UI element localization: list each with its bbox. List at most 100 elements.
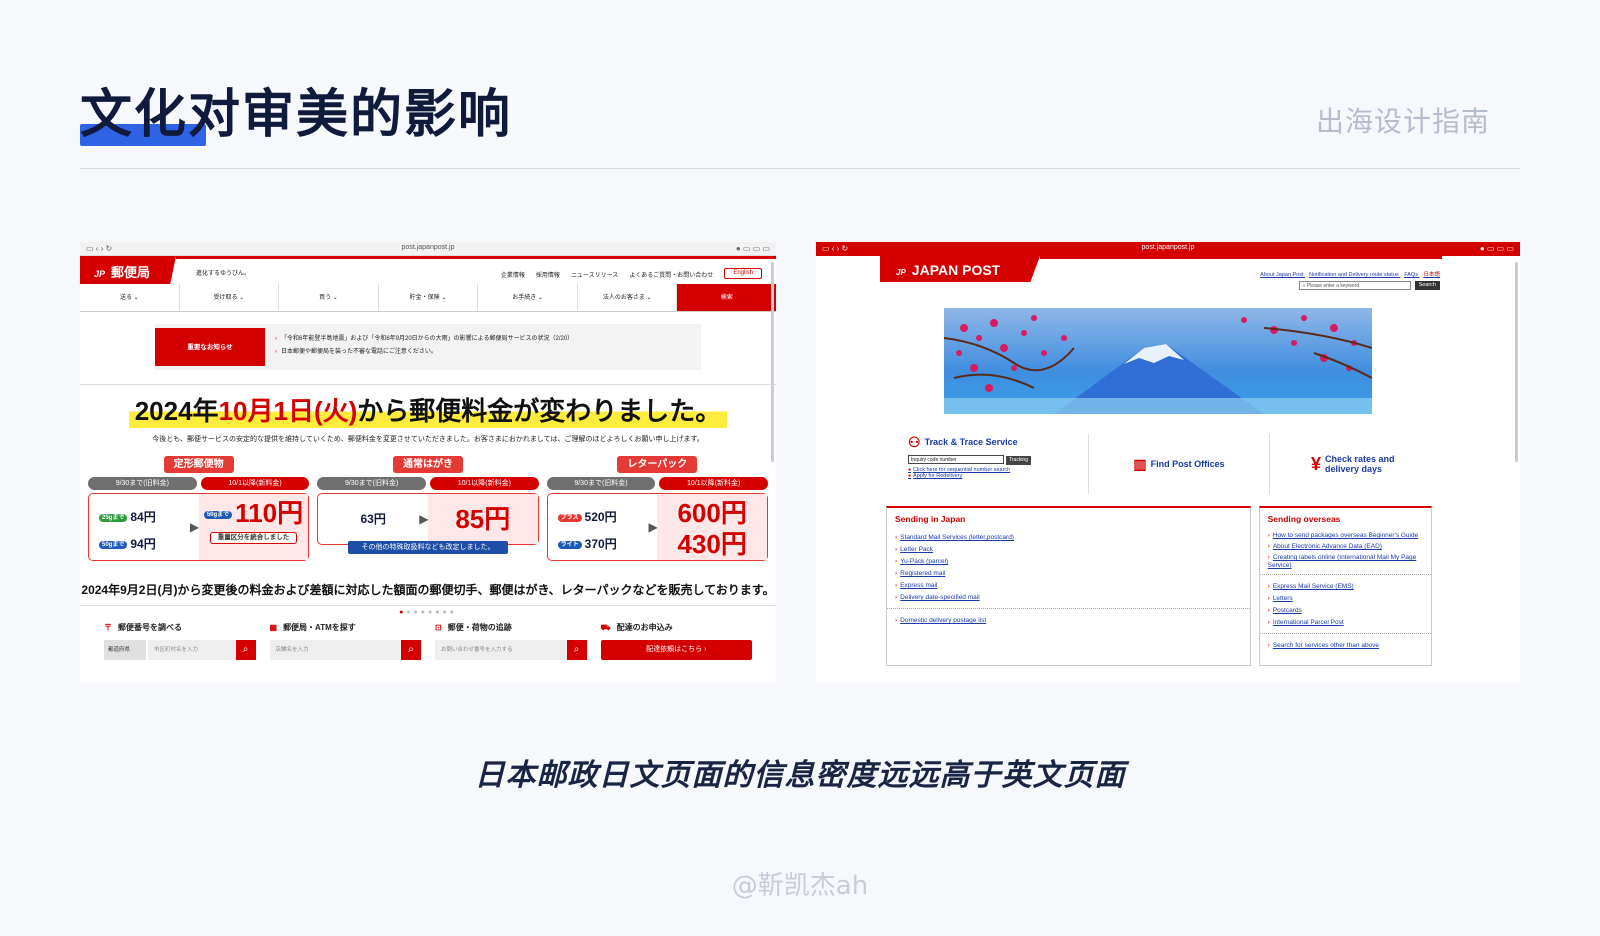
- old-price: 94円: [130, 536, 156, 551]
- sending-in-japan-box: Sending in Japan Standard Mail Services …: [886, 506, 1251, 666]
- nav-item[interactable]: 貯金・保険 ⌄: [379, 284, 479, 311]
- search-icon[interactable]: ⌕: [566, 640, 587, 660]
- jp-nav: 送る ⌄ 受け取る ⌄ 買う ⌄ 貯金・保険 ⌄ お手続き ⌄ 法人のお客さま …: [80, 284, 776, 312]
- english-button[interactable]: English: [724, 268, 762, 279]
- tracking-button[interactable]: Tracking: [1006, 456, 1031, 465]
- jp-logo[interactable]: JP 郵便局: [80, 256, 176, 284]
- search-icon[interactable]: ⌕: [401, 640, 421, 660]
- delivery-request-button[interactable]: 配達依頼はこちら ›: [600, 640, 752, 660]
- link-item[interactable]: Standard Mail Services (letter,postcard): [895, 532, 1250, 544]
- rate-change-banner[interactable]: 2024年10月1日(火)から郵便料金が変わりました。 今後とも、郵便サービスの…: [80, 384, 776, 606]
- new-price: 110円: [235, 498, 304, 528]
- toolbar-icons[interactable]: ● ▭ ▭ ▭: [1480, 244, 1514, 253]
- nav-item[interactable]: 買う ⌄: [279, 284, 379, 311]
- nav-item[interactable]: 受け取る ⌄: [180, 284, 280, 311]
- price-box: 63円 ▶ 85円 その他の特殊取扱料なども改定しました。: [317, 493, 539, 554]
- separator: [1259, 633, 1431, 634]
- url-bar[interactable]: post.japanpost.jp: [816, 244, 1520, 251]
- arrow-right-icon: ▶: [189, 520, 200, 534]
- nav-search-button[interactable]: 検索: [677, 284, 776, 311]
- link-item[interactable]: Postcards: [1268, 605, 1431, 617]
- link-item[interactable]: Yu-Pack (parcel): [895, 556, 1250, 568]
- header-link[interactable]: Notification and Delivery route status: [1309, 272, 1399, 278]
- prefecture-select[interactable]: 都道府県: [104, 640, 146, 660]
- header-link[interactable]: よくあるご質問・お問い合わせ: [629, 270, 713, 279]
- inquiry-number-input[interactable]: Inquiry code number: [908, 455, 1004, 464]
- notice-label: 重要なお知らせ: [155, 328, 265, 366]
- slide-title: 文化对审美的影响: [80, 85, 513, 145]
- toolbar-icons[interactable]: ● ▭ ▭ ▭: [736, 244, 770, 253]
- track-title[interactable]: Track & Trace Service: [925, 437, 1018, 447]
- en-link-boxes: Sending in Japan Standard Mail Services …: [886, 506, 1432, 666]
- header-link[interactable]: 企業情報: [501, 270, 525, 279]
- check-rates[interactable]: ¥ Check rates and delivery days: [1270, 434, 1450, 494]
- link-item[interactable]: Delivery date-specified mail: [895, 592, 1250, 604]
- header-link[interactable]: About Japan Post: [1260, 272, 1303, 278]
- new-rate-label: 10/1以降(新料金): [659, 477, 768, 490]
- carousel-dots[interactable]: ●●●●●●●●: [80, 609, 776, 616]
- important-notice: 重要なお知らせ › 「令和6年能登半島地震」および「令和6年9月20日からの大雨」…: [155, 324, 701, 370]
- old-rate-label: 9/30まで(旧料金): [317, 477, 426, 490]
- building-icon: ▦: [269, 623, 278, 632]
- package-search-icon: ⊡: [435, 623, 442, 632]
- old-price: 63円: [360, 512, 386, 526]
- old-rate-label: 9/30まで(旧料金): [546, 477, 656, 490]
- type-badge: プラス: [557, 513, 582, 522]
- tracking-input[interactable]: お問い合わせ番号を入力する: [435, 640, 567, 660]
- scrollbar[interactable]: [771, 262, 774, 462]
- postcode-input[interactable]: 市区町村名を入力: [148, 640, 236, 660]
- track-trace-panel: ⚇ Track & Trace Service Inquiry code numb…: [886, 434, 1089, 494]
- truck-icon: ⛟: [600, 623, 611, 632]
- link-item[interactable]: Express Mail Service (EMS): [1268, 581, 1431, 593]
- header-red-bar: [176, 256, 776, 259]
- browser-chrome: ▭ ‹ › ↻ post.japanpost.jp ● ▭ ▭ ▭: [80, 242, 776, 256]
- header-link[interactable]: 日本語: [1423, 272, 1440, 278]
- link-item[interactable]: Registered mail: [895, 568, 1250, 580]
- notice-item[interactable]: › 日本郵便や郵便局を装った不審な電話にご注意ください。: [275, 346, 573, 359]
- en-site-screenshot: ▭ ‹ › ↻ post.japanpost.jp ● ▭ ▭ ▭ JP JAPA…: [816, 242, 1520, 683]
- header-link[interactable]: 採用情報: [536, 270, 560, 279]
- tool-office-search: ▦ 郵便局・ATMを探す 店舗名を入力 ⌕: [269, 622, 421, 660]
- link-item[interactable]: Express mail: [895, 580, 1250, 592]
- banner-note: 今後とも、郵便サービスの安定的な提供を維持していくため、郵便料金を変更させていた…: [152, 436, 704, 443]
- type-badge: ライト: [557, 540, 582, 549]
- url-bar[interactable]: post.japanpost.jp: [80, 244, 776, 251]
- header-link[interactable]: FAQs: [1404, 272, 1418, 278]
- jp-mark: JP: [896, 268, 906, 277]
- new-rate-label: 10/1以降(新料金): [200, 477, 310, 490]
- mount-fuji-illustration: [944, 315, 1372, 414]
- price-box: 25gまで 84円 50gまで 94円 ▶ 50gまで 110円 重量区分を統合しまし…: [88, 493, 310, 561]
- search-button[interactable]: Search: [1414, 281, 1440, 290]
- header-red-bar: [1040, 256, 1442, 259]
- search-icon[interactable]: ⌕: [235, 640, 256, 660]
- en-logo[interactable]: JP JAPAN POST: [880, 256, 1040, 282]
- old-price: 84円: [130, 510, 156, 524]
- link-item[interactable]: Creating labels online (International Ma…: [1268, 554, 1431, 570]
- link-item[interactable]: Letters: [1268, 593, 1431, 605]
- sending-overseas-box: Sending overseas How to send packages ov…: [1258, 506, 1432, 666]
- yen-coin-icon: ¥: [1310, 453, 1321, 474]
- banner-title: 2024年10月1日(火)から郵便料金が変わりました。: [80, 391, 776, 428]
- en-services: ⚇ Track & Trace Service Inquiry code numb…: [886, 434, 1450, 494]
- link-item[interactable]: How to send packages overseas Beginner's…: [1268, 532, 1431, 540]
- redelivery-link[interactable]: Apply for Redelivery: [908, 473, 1088, 479]
- keyword-input[interactable]: ⌕ Please enter a keyword: [1298, 281, 1411, 290]
- separator: [1259, 574, 1431, 575]
- scrollbar[interactable]: [1515, 262, 1518, 462]
- link-item[interactable]: About Electronic Advance Data (EAD): [1268, 543, 1431, 551]
- jp-tagline: 進化するゆうびん。: [196, 271, 251, 277]
- postal-mark-icon: 〒: [104, 623, 112, 632]
- link-item[interactable]: International Parcel Post: [1268, 617, 1431, 629]
- find-post-offices[interactable]: ▥ Find Post Offices: [1089, 434, 1270, 494]
- card-note: その他の特殊取扱料なども改定しました。: [348, 541, 508, 554]
- nav-item[interactable]: 法人のお客さま ⌄: [578, 284, 678, 311]
- link-item[interactable]: Search for services other than above: [1268, 640, 1431, 652]
- link-item[interactable]: Domestic delivery postage list: [895, 615, 1250, 627]
- old-price: 520円: [584, 510, 617, 524]
- header-link[interactable]: ニュースリリース: [571, 270, 618, 279]
- notice-item[interactable]: › 「令和6年能登半島地震」および「令和6年9月20日からの大雨」の影響による郵便…: [275, 333, 573, 346]
- nav-item[interactable]: お手続き ⌄: [478, 284, 578, 311]
- office-input[interactable]: 店舗名を入力: [269, 640, 401, 660]
- nav-item[interactable]: 送る ⌄: [80, 284, 180, 311]
- link-item[interactable]: Letter Pack: [895, 544, 1250, 556]
